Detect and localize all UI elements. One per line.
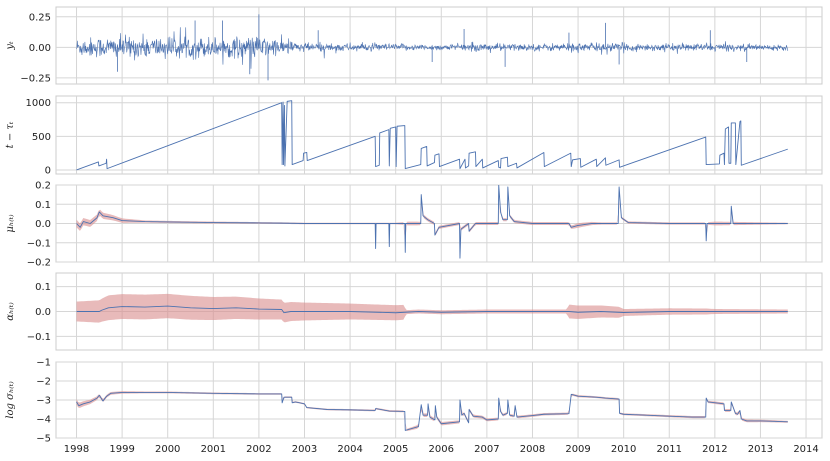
y-tick-label: 0.00 [29,43,51,54]
y-tick-label: −5 [36,434,51,445]
x-tick-label: 2010 [611,444,636,455]
y-tick-label: 0.1 [35,200,51,211]
x-tick-label: 2013 [748,444,773,455]
panel-run-length: 0 500 1000 t − τₜ [5,95,823,176]
x-tick-label: 2011 [657,444,682,455]
y-tick-label: −3 [36,396,51,407]
panel-alpha: −0.1 0.0 0.1 αₕ₍ₜ₎ [5,272,823,351]
y-tick-label: 0 [45,165,51,176]
y-tick-label: −0.2 [27,258,51,269]
x-tick-label: 2007 [474,444,499,455]
y-tick-label: 0.25 [29,12,51,23]
panel-log-sigma: −5 −4 −3 −2 −1 log σₕ₍ₜ₎ [5,358,823,445]
y-tick-label: 0.0 [35,219,51,230]
y-tick-label: 0.1 [35,282,51,293]
x-tick-label: 2001 [201,444,226,455]
x-tick-label: 2008 [520,444,545,455]
y-axis-label: yₜ [5,41,16,51]
y-tick-label: 0.0 [35,307,51,318]
figure: −0.25 0.00 0.25 yₜ 0 500 1000 t − τₜ −0.2 −0.1 0.0… [5,6,823,455]
y-tick-label: −0.1 [27,332,51,343]
x-tick-label: 2012 [702,444,727,455]
x-tick-label: 2004 [337,444,362,455]
x-axis-tick-labels: 1998 1999 2000 2001 2002 2003 2004 2005 2006 2007… [64,444,819,455]
x-tick-label: 2000 [155,444,180,455]
y-tick-label: −0.25 [20,73,51,84]
y-axis-label: t − τₜ [5,121,16,148]
y-tick-label: −1 [36,358,51,369]
x-tick-label: 1998 [64,444,89,455]
x-tick-label: 2006 [429,444,454,455]
y-axis-label: αₕ₍ₜ₎ [5,302,16,321]
y-axis-label: μₕ₍ₜ₎ [5,214,16,233]
x-tick-label: 2014 [793,444,818,455]
y-tick-label: 500 [32,132,51,143]
x-tick-label: 2003 [292,444,317,455]
x-tick-label: 2005 [383,444,408,455]
y-tick-label: 1000 [26,98,51,109]
panels: −0.25 0.00 0.25 yₜ 0 500 1000 t − τₜ −0.2 −0.1 0.0… [5,6,823,445]
y-tick-label: −2 [36,377,51,388]
x-tick-label: 1999 [109,444,134,455]
panel-mu: −0.2 −0.1 0.0 0.1 0.2 μₕ₍ₜ₎ [5,181,823,269]
x-tick-label: 2009 [565,444,590,455]
y-tick-label: −4 [36,415,51,426]
y-axis-label: log σₕ₍ₜ₎ [5,381,16,419]
panel-returns: −0.25 0.00 0.25 yₜ [5,6,823,85]
y-tick-label: 0.2 [35,181,51,192]
x-tick-label: 2002 [246,444,271,455]
y-tick-label: −0.1 [27,238,51,249]
